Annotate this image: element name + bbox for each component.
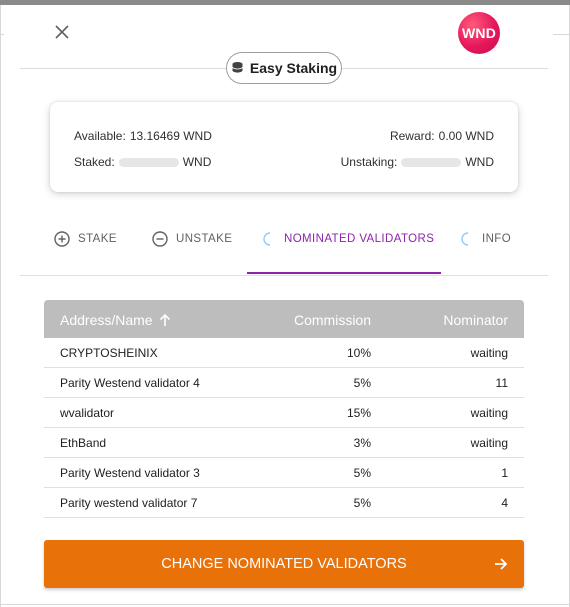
sort-ascending-icon bbox=[159, 313, 170, 326]
staked-value-skeleton bbox=[118, 157, 179, 167]
column-header-address-label: Address/Name bbox=[60, 312, 153, 328]
validator-name: Parity Westend validator 3 bbox=[60, 466, 200, 480]
loading-spinner-icon bbox=[263, 232, 271, 246]
staked-unit: WND bbox=[182, 155, 212, 169]
tab-nominated-validators[interactable]: NOMINATED VALIDATORS bbox=[262, 222, 434, 275]
unstaking-value-skeleton bbox=[401, 157, 462, 167]
plus-circle-icon bbox=[54, 231, 70, 247]
unstaking-unit: WND bbox=[465, 155, 494, 169]
tab-unstake[interactable]: UNSTAKE bbox=[152, 222, 232, 275]
page-title: Easy Staking bbox=[249, 60, 338, 76]
table-row[interactable]: wvalidator 15% waiting bbox=[44, 398, 524, 428]
table-row[interactable]: Parity Westend validator 4 5% 11 bbox=[44, 368, 524, 398]
change-nominated-validators-button[interactable]: CHANGE NOMINATED VALIDATORS bbox=[44, 540, 524, 588]
validator-nominator: 1 bbox=[501, 466, 508, 480]
unstaking-label: Unstaking: bbox=[340, 155, 398, 169]
window-divider-right bbox=[553, 34, 570, 35]
reward-label: Reward: bbox=[389, 129, 435, 143]
staked-label: Staked: bbox=[74, 155, 115, 169]
easy-staking-chip: Easy Staking bbox=[226, 52, 342, 84]
unstaking-row: Unstaking: WND bbox=[341, 155, 494, 169]
table-row[interactable]: Parity Westend validator 3 5% 1 bbox=[44, 458, 524, 488]
validator-commission: 15% bbox=[346, 406, 371, 420]
close-button[interactable] bbox=[50, 20, 74, 44]
available-row: Available: 13.16469 WND bbox=[74, 129, 212, 143]
header-divider-left bbox=[20, 68, 226, 69]
account-avatar[interactable]: WND bbox=[458, 12, 500, 54]
available-label: Available: bbox=[74, 129, 126, 143]
table-row[interactable]: EthBand 3% waiting bbox=[44, 428, 524, 458]
window-bottom-edge bbox=[0, 604, 570, 605]
column-header-address[interactable]: Address/Name bbox=[60, 312, 171, 328]
table-body: CRYPTOSHEINIX 10% waiting Parity Westend va… bbox=[44, 338, 524, 518]
validator-name: wvalidator bbox=[60, 406, 115, 420]
coins-icon bbox=[232, 62, 243, 74]
table-row[interactable]: CRYPTOSHEINIX 10% waiting bbox=[44, 338, 524, 368]
validator-commission: 3% bbox=[353, 436, 371, 450]
table-header: Address/Name Commission Nominator bbox=[44, 300, 524, 338]
window-top-strip bbox=[0, 0, 570, 5]
validator-commission: 5% bbox=[353, 376, 371, 390]
active-tab-indicator bbox=[247, 272, 441, 274]
staked-row: Staked: WND bbox=[74, 155, 211, 169]
validator-commission: 5% bbox=[353, 466, 371, 480]
validator-nominator: 11 bbox=[495, 376, 508, 390]
validators-table: Address/Name Commission Nominator CRYPTO… bbox=[44, 300, 524, 518]
table-row[interactable]: Parity westend validator 7 5% 4 bbox=[44, 488, 524, 518]
validator-nominator: waiting bbox=[470, 346, 508, 360]
loading-spinner-icon bbox=[461, 232, 469, 246]
available-value: 13.16469 WND bbox=[129, 129, 212, 143]
validator-name: Parity westend validator 7 bbox=[60, 496, 198, 510]
tab-nominated-validators-label: NOMINATED VALIDATORS bbox=[284, 233, 435, 245]
window-divider-left bbox=[0, 34, 4, 35]
validator-commission: 10% bbox=[346, 346, 371, 360]
validator-nominator: waiting bbox=[470, 436, 508, 450]
arrow-right-icon bbox=[495, 558, 508, 570]
staking-tabs: STAKE UNSTAKE NOMINATED VALIDATORS INFO bbox=[20, 222, 548, 276]
validator-name: EthBand bbox=[60, 436, 107, 450]
header-divider-right bbox=[342, 68, 548, 69]
tab-info[interactable]: INFO bbox=[460, 222, 511, 275]
validator-commission: 5% bbox=[353, 496, 371, 510]
reward-value: 0.00 WND bbox=[438, 129, 494, 143]
minus-circle-icon bbox=[152, 231, 168, 247]
tab-info-label: INFO bbox=[482, 233, 512, 245]
reward-row: Reward: 0.00 WND bbox=[390, 129, 494, 143]
column-header-commission[interactable]: Commission bbox=[294, 312, 371, 328]
validator-name: Parity Westend validator 4 bbox=[60, 376, 200, 390]
change-nominated-validators-label: CHANGE NOMINATED VALIDATORS bbox=[161, 556, 407, 572]
validator-nominator: waiting bbox=[470, 406, 508, 420]
validator-name: CRYPTOSHEINIX bbox=[60, 346, 158, 360]
tab-stake[interactable]: STAKE bbox=[54, 222, 117, 275]
tab-stake-label: STAKE bbox=[78, 233, 117, 245]
balance-summary-card: Available: 13.16469 WND Reward: 0.00 WND… bbox=[50, 102, 518, 192]
close-icon bbox=[55, 25, 69, 39]
column-header-nominator[interactable]: Nominator bbox=[443, 312, 508, 328]
validator-nominator: 4 bbox=[501, 496, 508, 510]
tab-unstake-label: UNSTAKE bbox=[176, 233, 233, 245]
